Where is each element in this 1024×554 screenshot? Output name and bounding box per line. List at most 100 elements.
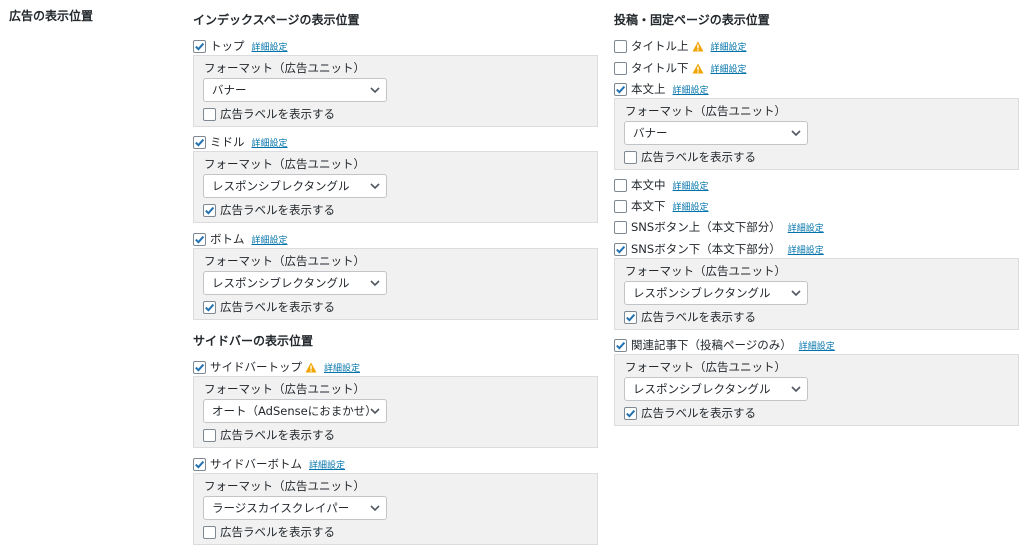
index-middle-show-label-checkbox[interactable] xyxy=(203,203,216,217)
below-sns-label: SNSボタン下（本文下部分） xyxy=(631,242,781,256)
index-top-checkbox[interactable] xyxy=(193,39,206,53)
index-top-detail-link[interactable]: 詳細設定 xyxy=(252,40,288,53)
checkmark-icon xyxy=(205,303,215,312)
chevron-down-icon xyxy=(791,130,801,137)
above-content-format-select[interactable]: バナー xyxy=(624,121,808,145)
above-sns-checkbox[interactable] xyxy=(614,220,627,234)
index-middle-option: ミドル 詳細設定 xyxy=(193,134,288,150)
format-select-value: ラージスカイスクレイパー xyxy=(212,501,350,515)
above-title-checkbox[interactable] xyxy=(614,39,627,53)
index-middle-show-label-option: 広告ラベルを表示する xyxy=(203,202,335,218)
sidebar-top-checkbox[interactable] xyxy=(193,360,206,374)
above-content-label: 本文上 xyxy=(631,82,666,96)
index-bottom-show-label-checkbox[interactable] xyxy=(203,300,216,314)
middle-content-option: 本文中 詳細設定 xyxy=(614,177,709,193)
format-label: フォーマット（広告ユニット） xyxy=(204,157,365,171)
above-sns-option: SNSボタン上（本文下部分） 詳細設定 xyxy=(614,219,824,235)
related-show-label-option: 広告ラベルを表示する xyxy=(624,405,756,421)
sidebar-bottom-option: サイドバーボトム 詳細設定 xyxy=(193,456,345,472)
sidebar-bottom-detail-link[interactable]: 詳細設定 xyxy=(309,458,345,471)
above-content-checkbox[interactable] xyxy=(614,82,627,96)
below-sns-format-select[interactable]: レスポンシブレクタングル xyxy=(624,281,808,305)
below-title-option: タイトル下 詳細設定 xyxy=(614,60,747,76)
above-title-detail-link[interactable]: 詳細設定 xyxy=(711,40,747,53)
index-section-title: インデックスページの表示位置 xyxy=(193,13,360,27)
index-top-option: トップ 詳細設定 xyxy=(193,38,288,54)
sidebar-bottom-format-select[interactable]: ラージスカイスクレイパー xyxy=(203,496,387,520)
checkmark-icon xyxy=(616,245,626,254)
format-select-value: バナー xyxy=(212,83,247,97)
sidebar-bottom-format-panel: フォーマット（広告ユニット） ラージスカイスクレイパー 広告ラベルを表示する xyxy=(193,473,598,545)
checkmark-icon xyxy=(195,460,205,469)
sidebar-top-show-label-checkbox[interactable] xyxy=(203,428,216,442)
show-label-text: 広告ラベルを表示する xyxy=(220,107,335,121)
sidebar-bottom-checkbox[interactable] xyxy=(193,457,206,471)
index-middle-detail-link[interactable]: 詳細設定 xyxy=(252,136,288,149)
related-option: 関連記事下（投稿ページのみ） 詳細設定 xyxy=(614,337,835,353)
checkmark-icon xyxy=(205,206,215,215)
below-title-checkbox[interactable] xyxy=(614,61,627,75)
format-label: フォーマット（広告ユニット） xyxy=(204,254,365,268)
index-middle-format-select[interactable]: レスポンシブレクタングル xyxy=(203,174,387,198)
format-label: フォーマット（広告ユニット） xyxy=(204,61,365,75)
above-title-label: タイトル上 xyxy=(631,39,689,53)
below-content-detail-link[interactable]: 詳細設定 xyxy=(673,200,709,213)
below-sns-detail-link[interactable]: 詳細設定 xyxy=(788,243,824,256)
sidebar-bottom-show-label-checkbox[interactable] xyxy=(203,525,216,539)
index-bottom-format-select[interactable]: レスポンシブレクタングル xyxy=(203,271,387,295)
show-label-text: 広告ラベルを表示する xyxy=(220,300,335,314)
below-title-detail-link[interactable]: 詳細設定 xyxy=(711,62,747,75)
above-title-option: タイトル上 詳細設定 xyxy=(614,38,747,54)
show-label-text: 広告ラベルを表示する xyxy=(641,310,756,324)
format-select-value: オート（AdSenseにおまかせ） xyxy=(212,404,377,418)
sidebar-top-detail-link[interactable]: 詳細設定 xyxy=(324,361,360,374)
below-content-checkbox[interactable] xyxy=(614,199,627,213)
below-sns-option: SNSボタン下（本文下部分） 詳細設定 xyxy=(614,241,824,257)
above-content-detail-link[interactable]: 詳細設定 xyxy=(673,83,709,96)
format-label: フォーマット（広告ユニット） xyxy=(204,479,365,493)
chevron-down-icon xyxy=(370,87,380,94)
below-sns-show-label-checkbox[interactable] xyxy=(624,310,637,324)
checkmark-icon xyxy=(616,85,626,94)
related-show-label-checkbox[interactable] xyxy=(624,406,637,420)
index-top-format-select[interactable]: バナー xyxy=(203,78,387,102)
related-format-select[interactable]: レスポンシブレクタングル xyxy=(624,377,808,401)
sidebar-top-label: サイドバートップ xyxy=(210,360,302,374)
index-top-show-label-checkbox[interactable] xyxy=(203,107,216,121)
chevron-down-icon xyxy=(791,386,801,393)
format-label: フォーマット（広告ユニット） xyxy=(625,264,786,278)
above-sns-detail-link[interactable]: 詳細設定 xyxy=(788,221,824,234)
index-top-label: トップ xyxy=(210,39,245,53)
middle-content-detail-link[interactable]: 詳細設定 xyxy=(673,179,709,192)
below-sns-checkbox[interactable] xyxy=(614,242,627,256)
format-select-value: レスポンシブレクタングル xyxy=(633,286,771,300)
show-label-text: 広告ラベルを表示する xyxy=(641,150,756,164)
above-sns-label: SNSボタン上（本文下部分） xyxy=(631,220,781,234)
checkmark-icon xyxy=(195,235,205,244)
above-content-show-label-checkbox[interactable] xyxy=(624,150,637,164)
sidebar-top-option: サイドバートップ 詳細設定 xyxy=(193,359,360,375)
index-bottom-checkbox[interactable] xyxy=(193,232,206,246)
warning-icon xyxy=(692,41,703,51)
sidebar-bottom-show-label-option: 広告ラベルを表示する xyxy=(203,524,335,540)
index-middle-format-panel: フォーマット（広告ユニット） レスポンシブレクタングル 広告ラベルを表示する xyxy=(193,151,598,223)
show-label-text: 広告ラベルを表示する xyxy=(220,525,335,539)
related-checkbox[interactable] xyxy=(614,338,627,352)
checkmark-icon xyxy=(195,363,205,372)
above-content-show-label-option: 広告ラベルを表示する xyxy=(624,149,756,165)
index-bottom-show-label-option: 広告ラベルを表示する xyxy=(203,299,335,315)
show-label-text: 広告ラベルを表示する xyxy=(220,203,335,217)
middle-content-checkbox[interactable] xyxy=(614,178,627,192)
post-section-title: 投稿・固定ページの表示位置 xyxy=(614,13,770,27)
chevron-down-icon xyxy=(370,505,380,512)
related-label: 関連記事下（投稿ページのみ） xyxy=(631,338,792,352)
checkmark-icon xyxy=(626,313,636,322)
index-top-show-label-option: 広告ラベルを表示する xyxy=(203,106,335,122)
index-bottom-detail-link[interactable]: 詳細設定 xyxy=(252,233,288,246)
sidebar-top-format-select[interactable]: オート（AdSenseにおまかせ） xyxy=(203,399,387,423)
sidebar-top-show-label-option: 広告ラベルを表示する xyxy=(203,427,335,443)
index-middle-checkbox[interactable] xyxy=(193,135,206,149)
checkmark-icon xyxy=(195,138,205,147)
checkmark-icon xyxy=(195,42,205,51)
related-detail-link[interactable]: 詳細設定 xyxy=(799,339,835,352)
